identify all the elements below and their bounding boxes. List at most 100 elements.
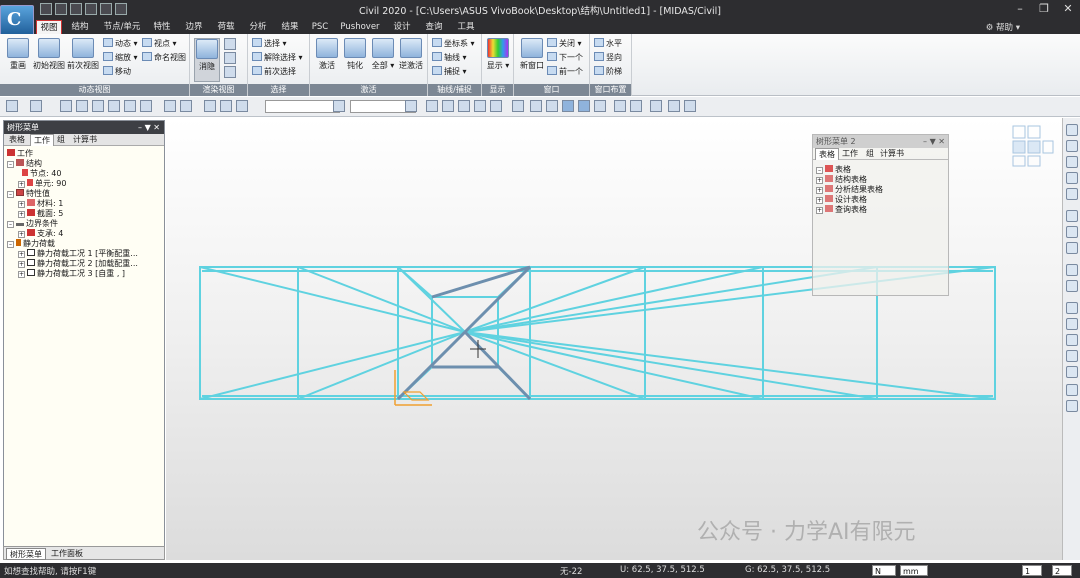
tree-item-sections[interactable]: + 截面: 5	[18, 209, 63, 219]
view-expand-icon[interactable]	[546, 100, 558, 112]
collapse-toggle[interactable]: –	[7, 221, 14, 228]
tab-design[interactable]: 设计	[388, 20, 416, 34]
tree-item-work[interactable]: 工作	[7, 149, 33, 159]
tab-tools[interactable]: 工具	[452, 20, 480, 34]
zoom-in-icon[interactable]	[1066, 156, 1078, 168]
tab-group[interactable]: 组	[863, 148, 877, 160]
render-settings-icon[interactable]	[224, 66, 236, 78]
arrow-left-icon[interactable]	[6, 100, 18, 112]
restore-icon[interactable]: ❐	[1036, 2, 1052, 15]
view-right-icon[interactable]	[1066, 334, 1078, 346]
dynamic-button[interactable]: 动态 ▾	[103, 38, 138, 50]
tab-work[interactable]: 工作	[839, 148, 861, 160]
redraw-button[interactable]: 重画	[4, 38, 32, 71]
previous-view-button[interactable]: 前次视图	[66, 38, 100, 71]
tab-node-element[interactable]: 节点/单元	[100, 20, 144, 34]
expand-toggle[interactable]: +	[18, 261, 25, 268]
axis-line-button[interactable]: 轴线 ▾	[432, 52, 467, 64]
select-polygon-icon[interactable]	[236, 100, 248, 112]
select-button[interactable]: 选择 ▾	[252, 38, 287, 50]
close-icon[interactable]: ✕	[1060, 2, 1076, 15]
triangle-icon[interactable]	[474, 100, 486, 112]
zoom-all-icon[interactable]	[1066, 188, 1078, 200]
tab-pushover[interactable]: Pushover	[338, 20, 382, 34]
collapse-toggle[interactable]: –	[816, 167, 823, 174]
tile-vertical-button[interactable]: 竖向	[594, 52, 622, 64]
page-input[interactable]: 1	[1022, 565, 1042, 576]
render-option-icon[interactable]	[224, 38, 236, 50]
named-view-button[interactable]: 命名视图	[142, 52, 186, 64]
expand-toggle[interactable]: +	[816, 197, 823, 204]
tree-item-load-case-1[interactable]: + 静力荷载工况 1 [平衡配重...	[18, 249, 138, 259]
collapse-toggle[interactable]: –	[7, 161, 14, 168]
tree-item-load-case-2[interactable]: + 静力荷载工况 2 [加载配重...	[18, 259, 138, 269]
move-button[interactable]: 移动	[103, 66, 131, 78]
expand-toggle[interactable]: +	[816, 177, 823, 184]
dropdown-arrow-icon[interactable]	[405, 100, 417, 112]
view-front-icon[interactable]	[1066, 264, 1078, 276]
rotate-axis-icon[interactable]	[1066, 242, 1078, 254]
hide-button[interactable]: 消隐	[194, 38, 220, 82]
rotate-icon[interactable]	[1066, 226, 1078, 238]
select-filter-dropdown[interactable]	[265, 100, 340, 113]
activate-all-button[interactable]: 全部 ▾	[370, 38, 396, 71]
display-button[interactable]: 显示 ▾	[485, 38, 511, 71]
node-number-icon[interactable]	[614, 100, 626, 112]
app-logo[interactable]: C	[0, 5, 34, 36]
node-snap-icon[interactable]	[442, 100, 454, 112]
view-shrink-icon[interactable]	[530, 100, 542, 112]
coordinate-button[interactable]: 坐标系 ▾	[432, 38, 475, 50]
tab-structure[interactable]: 结构	[66, 20, 94, 34]
font-icon[interactable]	[650, 100, 662, 112]
tree-item-supports[interactable]: + 支承: 4	[18, 229, 63, 239]
view-iso-icon[interactable]	[124, 100, 136, 112]
zoom-window-icon[interactable]	[1066, 140, 1078, 152]
axis-icon[interactable]	[1066, 366, 1078, 378]
tab-view[interactable]: 视图	[36, 20, 62, 34]
pan-icon[interactable]	[1066, 210, 1078, 222]
view-iso-icon[interactable]	[1066, 302, 1078, 314]
tree-item-structure-tables[interactable]: + 结构表格	[816, 175, 867, 185]
lock-icon[interactable]	[668, 100, 680, 112]
view-front-icon[interactable]	[60, 100, 72, 112]
tab-work-panel[interactable]: 工作面板	[48, 548, 86, 560]
tree-item-result-tables[interactable]: + 分析结果表格	[816, 185, 883, 195]
view-right-icon[interactable]	[108, 100, 120, 112]
force-unit-select[interactable]: N	[872, 565, 896, 576]
zoom-window-icon[interactable]	[164, 100, 176, 112]
collapse-toggle[interactable]: –	[7, 191, 14, 198]
tab-table[interactable]: 表格	[815, 148, 839, 160]
tree-item-boundary[interactable]: – 边界条件	[7, 219, 58, 229]
tree-item-static-loads[interactable]: – 静力荷载	[7, 239, 55, 249]
previous-window-button[interactable]: 前一个	[547, 66, 583, 78]
element-number-icon[interactable]	[630, 100, 642, 112]
tab-boundary[interactable]: 边界	[180, 20, 208, 34]
expand-toggle[interactable]: +	[816, 187, 823, 194]
next-window-button[interactable]: 下一个	[547, 52, 583, 64]
previous-select-button[interactable]: 前次选择	[252, 66, 296, 78]
inverse-activate-button[interactable]: 逆激活	[396, 38, 426, 71]
float-panel-controls-icon[interactable]: – ▼ ✕	[923, 135, 945, 148]
zoom-fit-icon[interactable]	[1066, 124, 1078, 136]
display-option-icon[interactable]	[1066, 384, 1078, 396]
line-snap-icon[interactable]	[458, 100, 470, 112]
tree-item-elements[interactable]: + 单元: 90	[18, 179, 66, 189]
tree-item-query-tables[interactable]: + 查询表格	[816, 205, 867, 215]
activate-button[interactable]: 激活	[314, 38, 340, 71]
deactivate-button[interactable]: 钝化	[342, 38, 368, 71]
tab-query[interactable]: 查询	[420, 20, 448, 34]
tab-group[interactable]: 组	[54, 134, 68, 146]
collapse-toggle[interactable]: –	[7, 241, 14, 248]
view-left-icon[interactable]	[92, 100, 104, 112]
tree-item-nodes[interactable]: 节点: 40	[22, 169, 61, 179]
tile-horizontal-button[interactable]: 水平	[594, 38, 622, 50]
tree-item-design-tables[interactable]: + 设计表格	[816, 195, 867, 205]
element-view-icon[interactable]	[578, 100, 590, 112]
zoom-fit-icon[interactable]	[180, 100, 192, 112]
view-top-icon[interactable]	[1066, 280, 1078, 292]
expand-toggle[interactable]: +	[18, 181, 25, 188]
tab-load[interactable]: 荷载	[212, 20, 240, 34]
layer-icon[interactable]	[1066, 400, 1078, 412]
tab-table[interactable]: 表格	[6, 134, 28, 146]
cascade-button[interactable]: 阶梯	[594, 66, 622, 78]
